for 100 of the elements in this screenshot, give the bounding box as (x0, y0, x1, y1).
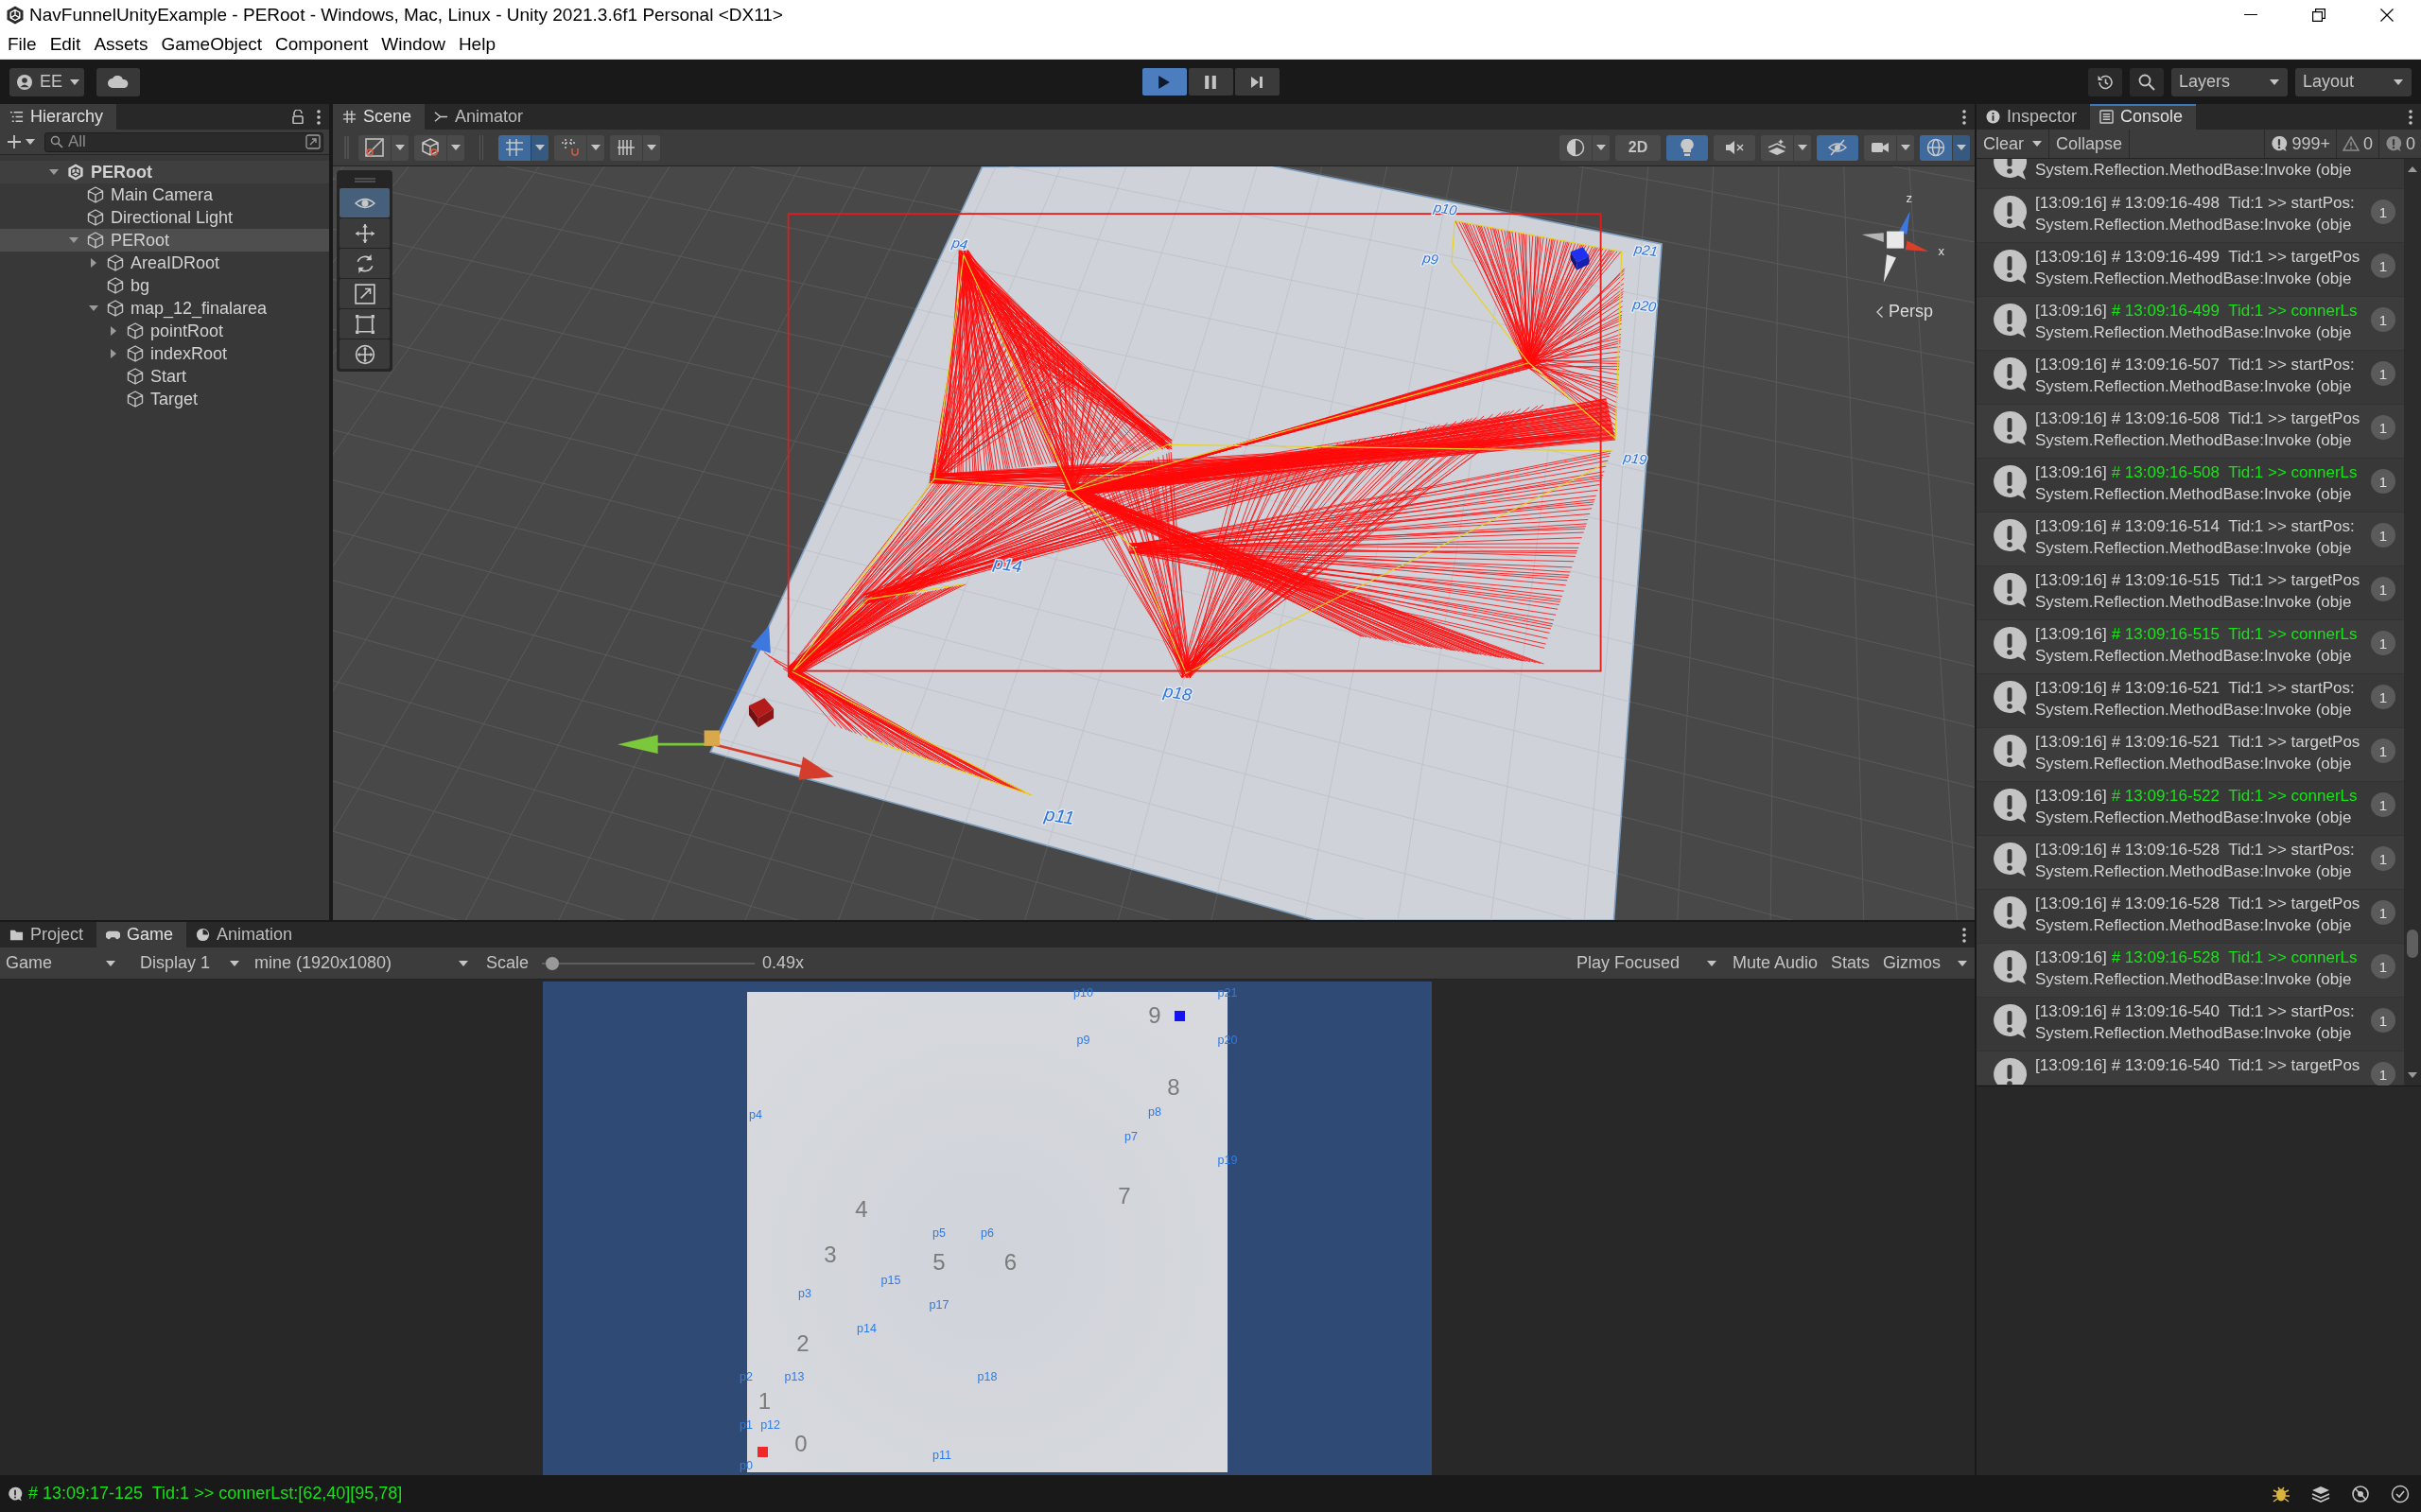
scale-slider[interactable] (542, 955, 756, 971)
dropdown-button[interactable] (1794, 134, 1811, 161)
menu-item[interactable]: Window (374, 29, 452, 59)
log-entry[interactable]: [13:09:16] # 13:09:16-508 Tid:1 >> targetPos System.Reflection.MethodBase:Invoke (obje 1 (1977, 405, 2404, 459)
info-count-toggle[interactable]: 999+ (2264, 130, 2336, 158)
kebab-menu-icon[interactable] (2409, 109, 2412, 125)
tree-item[interactable]: PERoot (0, 161, 329, 183)
toolbar-toggle[interactable] (1920, 134, 1952, 161)
panel-tab[interactable]: Console (2090, 104, 2197, 130)
tree-item[interactable]: bg (0, 274, 329, 297)
tree-item[interactable]: Main Camera (0, 183, 329, 206)
view-dropdown[interactable]: Game (0, 948, 123, 978)
tool-button[interactable] (340, 339, 390, 369)
account-dropdown[interactable]: EE (9, 67, 84, 96)
layers-dropdown[interactable]: Layers (2171, 67, 2288, 96)
toolbar-toggle[interactable] (1817, 134, 1858, 161)
dropdown-button[interactable] (1593, 134, 1610, 161)
expand-square-icon[interactable] (305, 134, 321, 149)
toolbar-toggle[interactable]: 2D (1615, 134, 1661, 161)
caret-down-icon[interactable] (89, 305, 98, 311)
warning-count-toggle[interactable]: 0 (2335, 130, 2378, 158)
scrollbar-track[interactable] (2404, 159, 2421, 1086)
scene-view[interactable]: p10 p4 p21 p9 p20 p19 p14 p18 p11 z x Persp (333, 166, 1975, 920)
caret-right-icon[interactable] (111, 349, 116, 358)
menu-item[interactable]: Assets (87, 29, 155, 59)
panel-tab[interactable]: Game (96, 922, 187, 947)
toolbar-toggle[interactable] (1559, 134, 1592, 161)
lock-icon[interactable] (292, 110, 304, 124)
dropdown-button[interactable] (587, 134, 604, 161)
play-mode-dropdown[interactable]: Play Focused (1570, 948, 1724, 978)
tree-item[interactable]: AreaIDRoot (0, 252, 329, 274)
pause-button[interactable] (1188, 68, 1233, 96)
log-entry[interactable]: [13:09:16] # 13:09:16-499 Tid:1 >> connerLs System.Reflection.MethodBase:Invoke (obje 1 (1977, 297, 2404, 351)
toolbar-toggle[interactable] (554, 134, 586, 161)
display-dropdown[interactable]: Display 1 (134, 948, 247, 978)
tree-item[interactable]: Directional Light (0, 206, 329, 229)
caret-down-icon[interactable] (69, 237, 78, 243)
gizmos-dropdown[interactable]: Gizmos (1877, 948, 1975, 978)
tree-item[interactable]: Start (0, 365, 329, 388)
resolution-dropdown[interactable]: mine (1920x1080) (249, 948, 476, 978)
toolbar-toggle[interactable] (1714, 134, 1755, 161)
dropdown-button[interactable] (1953, 134, 1970, 161)
log-entry[interactable]: [13:09:16] # 13:09:16-540 Tid:1 >> targetPos 1 (1977, 1051, 2404, 1086)
log-entry[interactable]: [13:09:16] # 13:09:16-498 Tid:1 >> startPos: System.Reflection.MethodBase:Invoke (obje 1 (1977, 189, 2404, 243)
kebab-menu-icon[interactable] (317, 109, 321, 125)
panel-tab[interactable]: Animation (186, 922, 306, 947)
panel-tab[interactable]: Hierarchy (0, 104, 117, 130)
stats-button[interactable]: Stats (1825, 948, 1874, 978)
caret-right-icon[interactable] (111, 326, 116, 336)
toolbar-toggle[interactable] (1864, 134, 1896, 161)
log-entry[interactable]: [13:09:16] # 13:09:16-521 Tid:1 >> targetPos System.Reflection.MethodBase:Invoke (obje 1 (1977, 728, 2404, 782)
tool-button[interactable] (340, 218, 390, 248)
step-button[interactable] (1234, 68, 1280, 96)
circle-slash-icon[interactable] (2351, 1484, 2370, 1503)
tree-item[interactable]: PERoot (0, 229, 329, 252)
error-count-toggle[interactable]: 0 (2378, 130, 2421, 158)
tree-item[interactable]: Target (0, 388, 329, 410)
history-button[interactable] (2088, 67, 2122, 96)
dropdown-button[interactable] (531, 134, 549, 161)
menu-item[interactable]: Component (269, 29, 375, 59)
play-button[interactable] (1141, 68, 1187, 96)
tree-item[interactable]: map_12_finalarea (0, 297, 329, 320)
menu-item[interactable]: GameObject (154, 29, 270, 59)
kebab-menu-icon[interactable] (1962, 109, 1966, 125)
toolbar-toggle[interactable] (414, 134, 446, 161)
panel-tab[interactable]: Animator (425, 104, 537, 130)
tool-button[interactable] (340, 309, 390, 339)
log-entry[interactable]: [13:09:16] # 13:09:16-528 Tid:1 >> connerLs System.Reflection.MethodBase:Invoke (obje 1 (1977, 944, 2404, 998)
tree-item[interactable]: pointRoot (0, 320, 329, 342)
log-entry[interactable]: [13:09:16] # 13:09:16-514 Tid:1 >> startPos: System.Reflection.MethodBase:Invoke (obje 1 (1977, 513, 2404, 566)
check-circle-icon[interactable] (2391, 1484, 2410, 1503)
cloud-button[interactable] (96, 67, 140, 96)
caret-right-icon[interactable] (91, 258, 96, 268)
stack-icon[interactable] (2311, 1484, 2330, 1503)
clear-dropdown[interactable]: Clear (1977, 130, 2049, 158)
panel-tab[interactable]: Inspector (1977, 104, 2091, 130)
caret-down-icon[interactable] (2408, 1072, 2417, 1078)
scrollbar-thumb[interactable] (2407, 930, 2418, 958)
panel-tab[interactable]: Scene (333, 104, 426, 130)
toolbar-toggle[interactable] (498, 134, 531, 161)
toolbar-toggle[interactable] (610, 134, 642, 161)
toolbar-toggle[interactable] (1761, 134, 1793, 161)
tool-button[interactable] (340, 279, 390, 308)
caret-down-icon[interactable] (49, 169, 59, 175)
search-button[interactable] (2130, 67, 2164, 96)
collapse-button[interactable]: Collapse (2049, 130, 2131, 158)
search-field[interactable]: All (44, 131, 323, 152)
toolbar-toggle[interactable] (358, 134, 391, 161)
move-gizmo-drawing[interactable] (618, 625, 834, 780)
layout-dropdown[interactable]: Layout (2295, 67, 2412, 96)
log-entry[interactable]: [13:09:16] # 13:09:16-515 Tid:1 >> connerLs System.Reflection.MethodBase:Invoke (obje 1 (1977, 620, 2404, 674)
projection-toggle[interactable]: Persp (1875, 302, 1933, 322)
menu-item[interactable]: Help (451, 29, 502, 59)
panel-tab[interactable]: Project (0, 922, 97, 947)
log-entry[interactable]: System.Reflection.MethodBase:Invoke (obje (1977, 159, 2404, 189)
tool-button[interactable] (340, 249, 390, 278)
dropdown-button[interactable] (392, 134, 409, 161)
tool-button[interactable] (340, 188, 390, 217)
drag-handle-icon[interactable] (354, 178, 375, 182)
dropdown-button[interactable] (643, 134, 660, 161)
